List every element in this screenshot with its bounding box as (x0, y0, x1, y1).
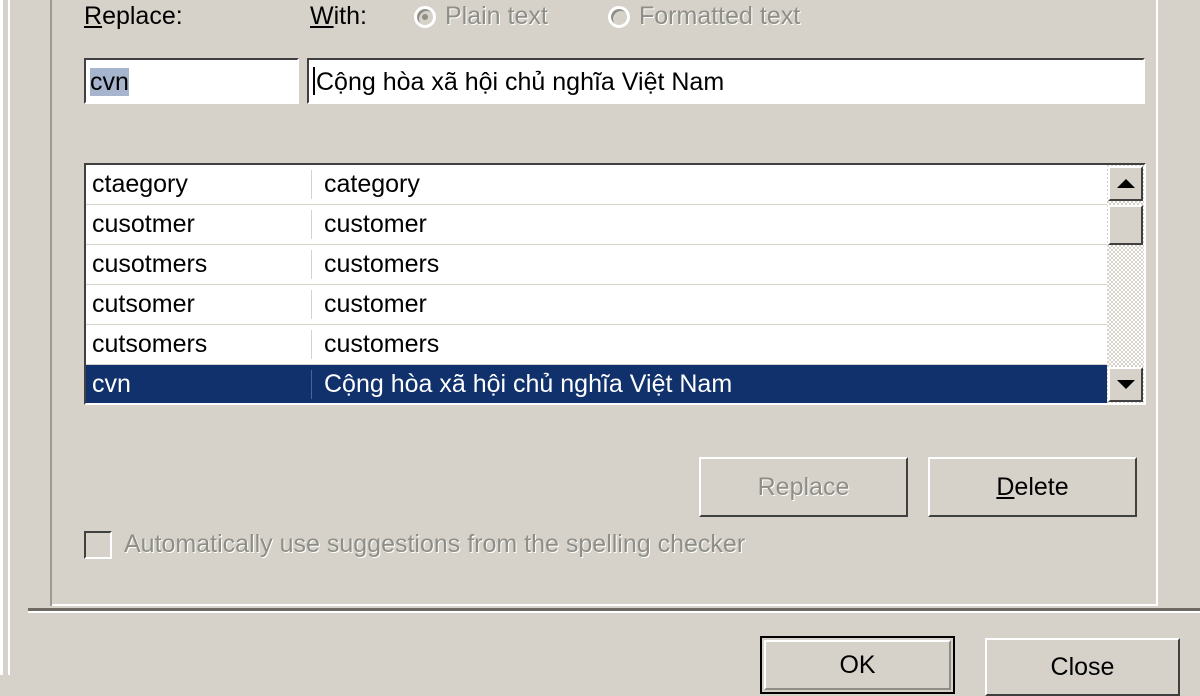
row-key-cell: cusotmer (86, 210, 312, 239)
table-row[interactable]: cutsomers customers (86, 325, 1107, 365)
replace-field-label: Replace: (84, 2, 183, 31)
with-input-value: Cộng hòa xã hội chủ nghĩa Việt Nam (316, 68, 725, 96)
row-value-cell: customers (324, 250, 440, 278)
dialog-footer-separator (28, 608, 1200, 611)
checkbox-unchecked-icon[interactable] (84, 530, 112, 559)
replace-button[interactable]: Replace (699, 457, 908, 517)
scroll-up-button[interactable] (1108, 166, 1143, 201)
delete-button-accelerator: D (996, 472, 1015, 501)
ok-button-label: OK (839, 650, 876, 679)
row-value-cell: customer (324, 210, 427, 238)
list-vertical-scrollbar[interactable] (1107, 165, 1144, 403)
auto-suggest-checkbox-label: Automatically use suggestions from the s… (124, 530, 746, 558)
radio-selected-icon (414, 5, 436, 28)
dialog-window: Replace: With: Plain text Formatted text… (0, 0, 1200, 696)
replace-input-selected-text: cvn (90, 68, 129, 96)
delete-button-label: Delete (996, 473, 1068, 502)
table-row[interactable]: cutsomer customer (86, 285, 1107, 325)
table-row[interactable]: ctaegory category (86, 165, 1107, 205)
with-label-rest: ith: (333, 2, 367, 30)
with-label-accelerator: W (310, 2, 334, 30)
row-value-cell: customers (324, 330, 440, 358)
auto-suggest-checkbox-row[interactable]: Automatically use suggestions from the s… (84, 530, 745, 559)
row-key-cell: cutsomers (86, 330, 312, 359)
scroll-down-button[interactable] (1108, 367, 1143, 402)
row-key-cell: cvn (86, 370, 312, 399)
replace-input-text: cvn (90, 64, 129, 100)
with-input[interactable]: Cộng hòa xã hội chủ nghĩa Việt Nam (307, 58, 1145, 104)
text-caret-icon (313, 67, 315, 95)
ok-button[interactable]: OK (760, 636, 955, 694)
row-value-cell: customer (324, 290, 427, 318)
row-value-cell: category (324, 170, 420, 198)
table-row[interactable]: cusotmers customers (86, 245, 1107, 285)
replacements-list[interactable]: ctaegory category cusotmer customer cusotmer… (84, 163, 1146, 405)
radio-formatted-text-label: Formatted text (639, 2, 801, 30)
replacements-list-rows: ctaegory category cusotmer customer cusotmer… (86, 165, 1107, 403)
row-value-cell: Cộng hòa xã hội chủ nghĩa Việt Nam (324, 370, 733, 398)
radio-plain-text-label: Plain text (445, 2, 548, 30)
replace-input[interactable]: cvn (84, 58, 299, 104)
table-row[interactable]: cusotmer customer (86, 205, 1107, 245)
scroll-down-arrow-icon (1116, 380, 1135, 389)
row-key-cell: cutsomer (86, 290, 312, 319)
delete-button[interactable]: Delete (928, 457, 1137, 517)
replace-label-accelerator: R (84, 2, 103, 30)
row-key-cell: ctaegory (86, 170, 312, 199)
delete-button-rest: elete (1014, 472, 1069, 501)
radio-formatted-text[interactable]: Formatted text (608, 2, 800, 31)
table-row[interactable]: cvn Cộng hòa xã hội chủ nghĩa Việt Nam (86, 365, 1107, 403)
replace-label-rest: eplace: (102, 2, 183, 30)
dialog-client-area: Replace: With: Plain text Formatted text… (10, 0, 1200, 696)
with-field-label: With: (310, 2, 367, 31)
close-button[interactable]: Close (985, 638, 1180, 696)
replace-button-label: Replace (757, 472, 850, 501)
scroll-up-arrow-icon (1116, 179, 1135, 188)
with-input-text: Cộng hòa xã hội chủ nghĩa Việt Nam (313, 64, 724, 100)
row-key-cell: cusotmers (86, 250, 312, 279)
scrollbar-thumb[interactable] (1108, 205, 1143, 245)
close-button-label: Close (1050, 652, 1115, 681)
radio-unselected-icon (608, 5, 630, 28)
radio-plain-text[interactable]: Plain text (414, 2, 548, 31)
